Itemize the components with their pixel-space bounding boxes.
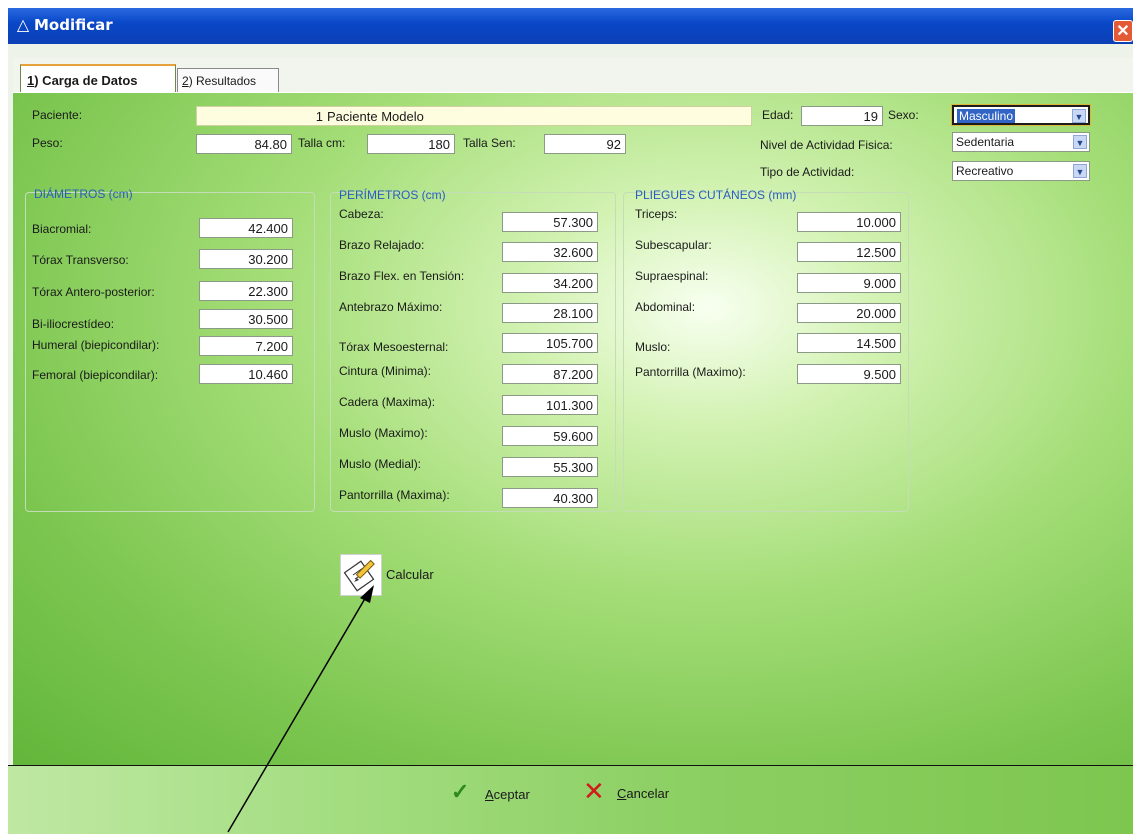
triceps-field[interactable]: 10.000	[797, 212, 901, 232]
modificar-window: △ Modificar ✕ 1) Carga de Datos 2) Resul…	[8, 8, 1133, 834]
sexo-label: Sexo:	[888, 108, 919, 122]
torax-mesoesternal-field[interactable]: 105.700	[502, 333, 598, 353]
warning-triangle-icon: △	[16, 17, 30, 34]
cintura-minima-field[interactable]: 87.200	[502, 364, 598, 384]
pantorrilla-maxima-label: Pantorrilla (Maxima):	[339, 488, 450, 502]
sexo-select[interactable]: Masculino ▼	[951, 104, 1091, 126]
brazo-relajado-label: Brazo Relajado:	[339, 238, 425, 252]
pantorrilla-maxima-field[interactable]: 40.300	[502, 488, 598, 508]
chevron-down-icon[interactable]: ▼	[1073, 135, 1087, 149]
subescapular-field[interactable]: 12.500	[797, 242, 901, 262]
paciente-label: Paciente:	[32, 108, 83, 122]
close-button[interactable]: ✕	[1113, 20, 1133, 42]
torax-mesoesternal-label: Tórax Mesoesternal:	[339, 340, 449, 354]
perimetros-title: PERÍMETROS (cm)	[339, 188, 446, 202]
muslo-pliegue-field[interactable]: 14.500	[797, 333, 901, 353]
cadera-maxima-field[interactable]: 101.300	[502, 395, 598, 415]
torax-transverso-field[interactable]: 30.200	[199, 249, 293, 269]
cintura-minima-label: Cintura (Minima):	[339, 364, 432, 378]
torax-transverso-label: Tórax Transverso:	[32, 253, 129, 267]
antebrazo-maximo-label: Antebrazo Máximo:	[339, 300, 443, 314]
tab-bar: 1) Carga de Datos 2) Resultados	[13, 58, 1133, 94]
aceptar-button[interactable]: ✓ Aceptar	[451, 779, 551, 807]
bi-iliocrestideo-field[interactable]: 30.500	[199, 309, 293, 329]
subescapular-label: Subescapular:	[635, 238, 712, 252]
edad-field[interactable]: 19	[801, 106, 883, 126]
bi-iliocrestideo-label: Bi-iliocrestídeo:	[32, 317, 115, 331]
brazo-flex-label: Brazo Flex. en Tensión:	[339, 269, 465, 283]
cadera-maxima-label: Cadera (Maxima):	[339, 395, 436, 409]
biacromial-field[interactable]: 42.400	[199, 218, 293, 238]
paciente-name: Paciente Modelo	[327, 109, 424, 124]
diametros-title: DIÁMETROS (cm)	[34, 187, 133, 201]
cabeza-field[interactable]: 57.300	[502, 212, 598, 232]
chevron-down-icon[interactable]: ▼	[1072, 109, 1086, 123]
pantorrilla-maximo-field[interactable]: 9.500	[797, 364, 901, 384]
notepad-pencil-icon[interactable]	[340, 554, 382, 596]
window-title: Modificar	[34, 16, 113, 34]
triceps-label: Triceps:	[635, 207, 678, 221]
talla-sen-field[interactable]: 92	[544, 134, 626, 154]
talla-sen-label: Talla Sen:	[463, 136, 516, 150]
muslo-medial-field[interactable]: 55.300	[502, 457, 598, 477]
cabeza-label: Cabeza:	[339, 207, 384, 221]
edad-label: Edad:	[762, 108, 794, 122]
tab-resultados[interactable]: 2) Resultados	[177, 68, 279, 92]
pliegues-title: PLIEGUES CUTÁNEOS (mm)	[635, 188, 797, 202]
title-bar: △ Modificar ✕	[8, 8, 1133, 44]
femoral-label: Femoral (biepicondilar):	[32, 368, 159, 382]
brazo-flex-field[interactable]: 34.200	[502, 273, 598, 293]
muslo-maximo-field[interactable]: 59.600	[502, 426, 598, 446]
calcular-button[interactable]: Calcular	[386, 567, 434, 582]
humeral-label: Humeral (biepicondilar):	[32, 338, 160, 352]
supraespinal-field[interactable]: 9.000	[797, 273, 901, 293]
nivel-actividad-label: Nivel de Actividad Fisica:	[760, 138, 893, 152]
paciente-number: 1	[315, 109, 323, 124]
antebrazo-maximo-field[interactable]: 28.100	[502, 303, 598, 323]
femoral-field[interactable]: 10.460	[199, 364, 293, 384]
chevron-down-icon[interactable]: ▼	[1073, 164, 1087, 178]
tipo-actividad-label: Tipo de Actividad:	[760, 165, 855, 179]
peso-field[interactable]: 84.80	[196, 134, 292, 154]
brazo-relajado-field[interactable]: 32.600	[502, 242, 598, 262]
talla-field[interactable]: 180	[367, 134, 455, 154]
tipo-actividad-value: Recreativo	[956, 164, 1014, 178]
checkmark-icon: ✓	[451, 779, 470, 804]
nivel-actividad-select[interactable]: Sedentaria ▼	[952, 132, 1090, 152]
abdominal-field[interactable]: 20.000	[797, 303, 901, 323]
muslo-pliegue-label: Muslo:	[635, 340, 671, 354]
pantorrilla-maximo-label: Pantorrilla (Maximo):	[635, 365, 746, 379]
x-mark-icon: ✕	[583, 776, 605, 806]
tipo-actividad-select[interactable]: Recreativo ▼	[952, 161, 1090, 181]
tab-carga-de-datos[interactable]: 1) Carga de Datos	[20, 64, 176, 94]
humeral-field[interactable]: 7.200	[199, 336, 293, 356]
paciente-field[interactable]: 1 Paciente Modelo	[196, 106, 752, 126]
torax-antero-posterior-field[interactable]: 22.300	[199, 281, 293, 301]
talla-label: Talla cm:	[298, 136, 346, 150]
sexo-value: Masculino	[957, 109, 1016, 123]
supraespinal-label: Supraespinal:	[635, 269, 709, 283]
footer-panel	[8, 766, 1133, 834]
biacromial-label: Biacromial:	[32, 222, 92, 236]
abdominal-label: Abdominal:	[635, 300, 696, 314]
torax-antero-posterior-label: Tórax Antero-posterior:	[32, 285, 155, 299]
peso-label: Peso:	[32, 136, 63, 150]
nivel-actividad-value: Sedentaria	[956, 135, 1015, 149]
muslo-medial-label: Muslo (Medial):	[339, 457, 422, 471]
cancelar-button[interactable]: ✕ Cancelar	[583, 778, 693, 806]
muslo-maximo-label: Muslo (Maximo):	[339, 426, 428, 440]
